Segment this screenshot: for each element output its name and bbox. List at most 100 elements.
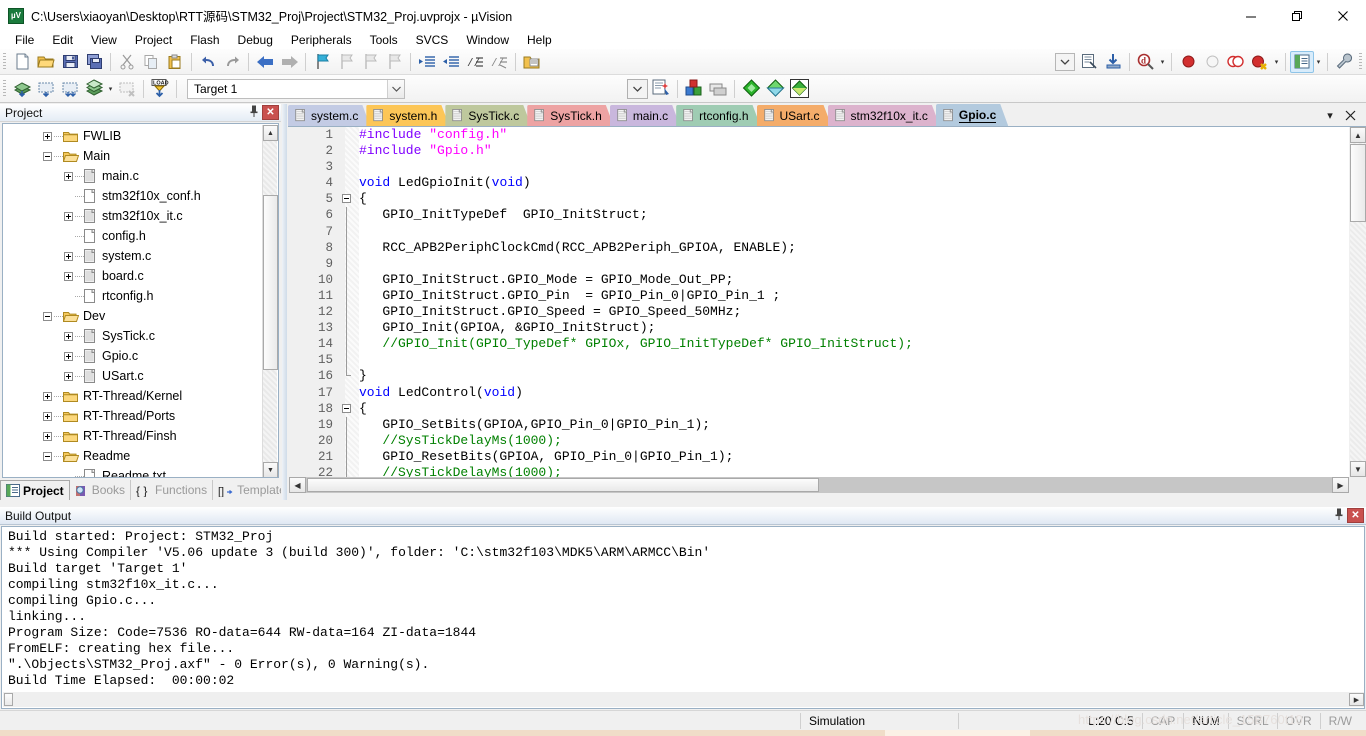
stop-build-icon[interactable] [115, 78, 139, 100]
editor-horizontal-scrollbar[interactable]: ◀ ▶ [289, 477, 1349, 493]
scroll-down-icon[interactable]: ▼ [1350, 461, 1366, 477]
scroll-up-icon[interactable]: ▲ [1350, 127, 1366, 143]
editor-tab-system-c[interactable]: system.c [288, 105, 370, 126]
tree-item-readme[interactable]: Readme [3, 446, 278, 466]
bookmark-clear-icon[interactable] [382, 51, 406, 73]
code-line[interactable]: 18 { [289, 401, 1349, 417]
code-line[interactable]: 6 GPIO_InitTypeDef GPIO_InitStruct; [289, 207, 1349, 224]
expand-icon[interactable] [64, 171, 73, 181]
chevron-down-icon[interactable]: ▾ [106, 78, 115, 100]
pack-installer-icon[interactable] [763, 78, 787, 100]
close-icon[interactable]: ✕ [1347, 508, 1364, 523]
save-icon[interactable] [58, 51, 82, 73]
tree-item-usart-c[interactable]: USart.c [3, 366, 278, 386]
quick-search-icon[interactable]: d [1134, 51, 1158, 73]
expand-icon[interactable] [64, 271, 73, 281]
open-file-icon[interactable] [34, 51, 58, 73]
comment-lines-icon[interactable]: // [463, 51, 487, 73]
configure-target-icon[interactable] [1077, 51, 1101, 73]
close-icon[interactable] [1320, 0, 1366, 31]
tab-functions[interactable]: { } Functions [131, 480, 214, 500]
code-line[interactable]: 8 RCC_APB2PeriphClockCmd(RCC_APB2Periph_… [289, 239, 1349, 256]
collapse-icon[interactable] [43, 151, 52, 161]
expand-icon[interactable] [43, 431, 52, 441]
menu-help[interactable]: Help [518, 32, 561, 48]
fold-collapse-icon[interactable] [342, 194, 351, 204]
code-line[interactable]: 2 #include "Gpio.h" [289, 143, 1349, 159]
build-icon[interactable] [34, 78, 58, 100]
code-content[interactable]: 1 #include "config.h" 2 #include "Gpio.h" 3 4… [289, 127, 1349, 477]
paste-icon[interactable] [163, 51, 187, 73]
dropdown-arrow-icon[interactable] [1053, 51, 1077, 73]
dropdown-select-icon[interactable] [625, 78, 649, 100]
code-line[interactable]: 7 [289, 223, 1349, 240]
code-editor[interactable]: 1 #include "config.h" 2 #include "Gpio.h" 3 4… [289, 127, 1349, 477]
chevron-down-icon[interactable]: ▾ [1314, 51, 1323, 73]
editor-tab-gpio-c[interactable]: Gpio.c [936, 104, 1008, 126]
bookmark-toggle-icon[interactable] [310, 51, 334, 73]
menu-view[interactable]: View [82, 32, 126, 48]
cut-icon[interactable] [115, 51, 139, 73]
manage-run-time-env-icon[interactable] [706, 78, 730, 100]
chevron-down-icon[interactable]: ▾ [1158, 51, 1167, 73]
code-line[interactable]: 16} [289, 368, 1349, 384]
toolbar-grip[interactable] [3, 52, 6, 71]
download-icon[interactable] [1101, 51, 1125, 73]
open-folder-doc-icon[interactable] [520, 51, 544, 73]
scrollbar-thumb[interactable] [1350, 144, 1366, 222]
expand-icon[interactable] [64, 371, 73, 381]
pin-icon[interactable] [1331, 508, 1347, 523]
close-icon[interactable]: ✕ [262, 105, 279, 120]
insert-breakpoint-icon[interactable] [1176, 51, 1200, 73]
code-line[interactable]: 22 //SysTickDelayMs(1000); [289, 464, 1349, 477]
build-output-hscrollbar[interactable]: ▶ [3, 692, 1364, 707]
tab-list-dropdown-icon[interactable]: ▾ [1322, 106, 1338, 124]
select-software-packs-icon[interactable] [739, 78, 763, 100]
code-line[interactable]: 20 //SysTickDelayMs(1000); [289, 432, 1349, 449]
options-for-target-icon[interactable] [649, 78, 673, 100]
code-line[interactable]: 5{ [289, 191, 1349, 207]
scroll-up-icon[interactable]: ▲ [263, 125, 278, 141]
scroll-right-icon[interactable]: ▶ [1332, 477, 1349, 493]
scroll-right-icon[interactable]: ▶ [1349, 693, 1364, 706]
menu-svcs[interactable]: SVCS [407, 32, 458, 48]
code-line[interactable]: 3 [289, 159, 1349, 175]
navigate-forward-icon[interactable] [277, 51, 301, 73]
configure-flash-tools-icon[interactable] [787, 78, 811, 100]
tab-books[interactable]: Books [70, 480, 132, 500]
copy-icon[interactable] [139, 51, 163, 73]
restore-icon[interactable] [1274, 0, 1320, 31]
expand-icon[interactable] [64, 211, 73, 221]
tree-item-systick-c[interactable]: SysTick.c [3, 326, 278, 346]
scrollbar-thumb[interactable] [4, 693, 13, 706]
target-select[interactable]: Target 1 [187, 78, 405, 99]
scroll-down-icon[interactable]: ▼ [263, 462, 278, 477]
collapse-icon[interactable] [43, 311, 52, 321]
tree-item-dev[interactable]: Dev [3, 306, 278, 326]
menu-peripherals[interactable]: Peripherals [282, 32, 361, 48]
menu-window[interactable]: Window [457, 32, 518, 48]
expand-icon[interactable] [43, 391, 52, 401]
navigate-back-icon[interactable] [253, 51, 277, 73]
code-line[interactable]: 21 GPIO_ResetBits(GPIOA, GPIO_Pin_0|GPIO… [289, 448, 1349, 465]
scrollbar-thumb[interactable] [263, 195, 278, 370]
tree-item-rt-thread-finsh[interactable]: RT-Thread/Finsh [3, 426, 278, 446]
editor-tab-usart-c[interactable]: USart.c [757, 105, 832, 126]
chevron-down-icon[interactable]: ▾ [1272, 51, 1281, 73]
tab-project[interactable]: Project [0, 480, 70, 500]
tree-item-rt-thread-ports[interactable]: RT-Thread/Ports [3, 406, 278, 426]
menu-project[interactable]: Project [126, 32, 181, 48]
scrollbar-thumb[interactable] [307, 478, 819, 492]
save-all-icon[interactable] [82, 51, 106, 73]
editor-tab-rtconfig-h[interactable]: rtconfig.h [676, 105, 760, 126]
code-line[interactable]: 10 GPIO_InitStruct.GPIO_Mode = GPIO_Mode… [289, 271, 1349, 288]
code-line[interactable]: 19 GPIO_SetBits(GPIOA,GPIO_Pin_0|GPIO_Pi… [289, 416, 1349, 433]
expand-icon[interactable] [64, 251, 73, 261]
minimize-icon[interactable] [1228, 0, 1274, 31]
undo-icon[interactable] [196, 51, 220, 73]
tree-item-stm32f10x-it-c[interactable]: stm32f10x_it.c [3, 206, 278, 226]
expand-icon[interactable] [43, 131, 52, 141]
build-output-text[interactable]: Build started: Project: STM32_Proj *** Us… [1, 526, 1365, 709]
expand-icon[interactable] [64, 351, 73, 361]
project-tree[interactable]: FWLIB Main main.c stm32f10x_conf.h stm32f10x… [2, 123, 279, 478]
